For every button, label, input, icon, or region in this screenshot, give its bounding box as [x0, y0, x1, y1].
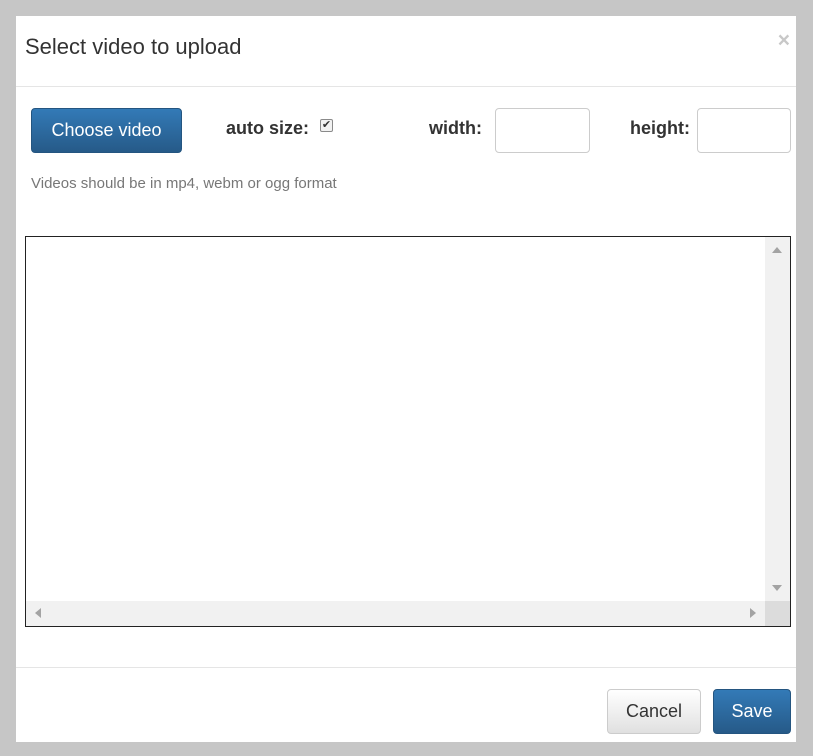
height-label: height:	[630, 118, 690, 138]
dialog-header: Select video to upload ×	[16, 16, 796, 87]
choose-video-button[interactable]: Choose video	[31, 108, 182, 153]
width-input[interactable]	[495, 108, 590, 153]
upload-video-dialog: Select video to upload × Choose video au…	[16, 16, 796, 742]
scroll-left-icon[interactable]	[35, 608, 41, 618]
format-hint: Videos should be in mp4, webm or ogg for…	[31, 175, 337, 192]
scroll-up-icon[interactable]	[772, 247, 782, 253]
video-preview-area	[25, 236, 791, 627]
save-button[interactable]: Save	[713, 689, 791, 734]
close-icon[interactable]: ×	[778, 30, 790, 51]
scroll-down-icon[interactable]	[772, 585, 782, 591]
cancel-button[interactable]: Cancel	[607, 689, 701, 734]
dialog-title: Select video to upload	[25, 34, 242, 59]
height-input[interactable]	[697, 108, 791, 153]
dialog-footer: Cancel Save	[16, 667, 796, 742]
auto-size-label: auto size:	[226, 118, 310, 138]
horizontal-scrollbar[interactable]	[26, 601, 765, 626]
width-label: width:	[429, 118, 482, 138]
scroll-right-icon[interactable]	[750, 608, 756, 618]
vertical-scrollbar[interactable]	[765, 237, 790, 601]
scrollbar-corner	[765, 601, 790, 626]
auto-size-checkbox[interactable]: ✔	[320, 119, 333, 132]
